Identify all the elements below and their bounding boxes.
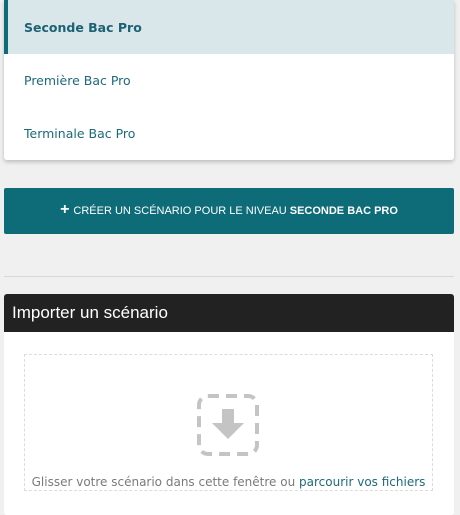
import-panel-header: Importer un scénario xyxy=(4,294,454,332)
drop-instructions: Glisser votre scénario dans cette fenêtr… xyxy=(25,475,432,489)
plus-icon: + xyxy=(60,201,70,218)
import-panel-title: Importer un scénario xyxy=(12,303,168,322)
create-scenario-label: CRÉER UN SCÉNARIO POUR LE NIVEAU xyxy=(73,205,287,217)
level-item-terminale-bac-pro[interactable]: Terminale Bac Pro xyxy=(4,107,454,160)
level-item-seconde-bac-pro[interactable]: Seconde Bac Pro xyxy=(4,0,454,54)
drop-text: Glisser votre scénario dans cette fenêtr… xyxy=(31,475,296,489)
level-item-label: Première Bac Pro xyxy=(24,73,131,88)
level-menu: Seconde Bac Pro Première Bac Pro Termina… xyxy=(4,0,454,160)
level-item-label: Terminale Bac Pro xyxy=(24,126,136,141)
level-item-label: Seconde Bac Pro xyxy=(24,19,142,35)
section-divider xyxy=(4,276,454,277)
create-scenario-button[interactable]: + CRÉER UN SCÉNARIO POUR LE NIVEAU SECON… xyxy=(4,188,454,234)
create-scenario-level-name: SECONDE BAC PRO xyxy=(289,205,398,217)
browse-files-link[interactable]: parcourir vos fichiers xyxy=(299,475,425,489)
import-panel: Importer un scénario Glisser votre scéna… xyxy=(4,294,454,515)
upload-arrow-icon xyxy=(197,394,259,456)
file-drop-zone[interactable]: Glisser votre scénario dans cette fenêtr… xyxy=(24,354,433,491)
level-item-premiere-bac-pro[interactable]: Première Bac Pro xyxy=(4,54,454,107)
